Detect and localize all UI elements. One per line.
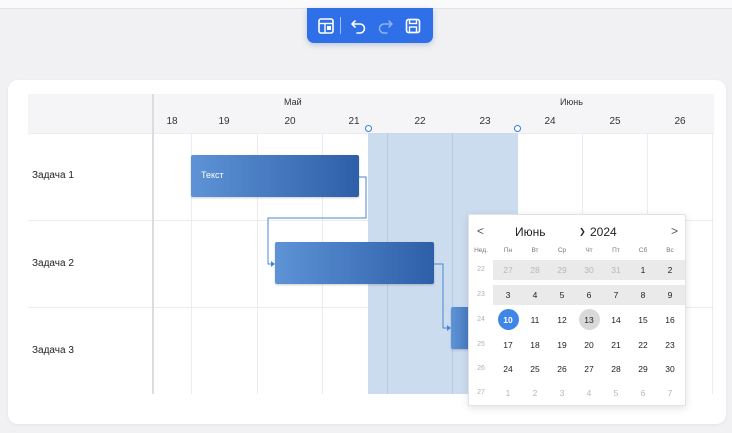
chevron-down-icon[interactable]: ❯ (579, 227, 586, 236)
save-icon[interactable] (403, 16, 423, 36)
month-select[interactable]: Июнь (515, 225, 546, 239)
calendar-day[interactable]: 2 (522, 383, 548, 403)
calendar-day[interactable]: 27 (495, 260, 521, 280)
calendar-day[interactable]: 11 (522, 310, 548, 330)
weekday-header: Ср (557, 247, 567, 254)
date-picker: < Июнь ❯ 2024 > Нед. Пн Вт Ср Чт Пт Сб В… (468, 214, 686, 406)
calendar-day[interactable]: 1 (630, 260, 656, 280)
calendar-day[interactable]: 24 (495, 359, 521, 379)
calendar-day[interactable]: 16 (657, 310, 683, 330)
weekday-header: Вс (666, 247, 674, 254)
calendar-day[interactable]: 12 (549, 310, 575, 330)
calendar-day[interactable]: 27 (576, 359, 602, 379)
calendar-day[interactable]: 6 (630, 383, 656, 403)
redo-icon[interactable] (375, 16, 395, 36)
year-select[interactable]: 2024 (590, 225, 617, 239)
calendar-day[interactable]: 23 (657, 335, 683, 355)
calendar-day[interactable]: 28 (522, 260, 548, 280)
calendar-day[interactable]: 9 (657, 285, 683, 305)
calendar-day-today[interactable]: 13 (576, 310, 602, 330)
calendar-day[interactable]: 19 (549, 335, 575, 355)
week-number: 26 (477, 365, 485, 372)
task-bar-1[interactable]: Текст (191, 155, 359, 197)
prev-month-button[interactable]: < (477, 224, 484, 238)
calendar-day[interactable]: 20 (576, 335, 602, 355)
week-number: 27 (477, 389, 485, 396)
calendar-day[interactable]: 29 (630, 359, 656, 379)
calendar-day[interactable]: 29 (549, 260, 575, 280)
calendar-day[interactable]: 15 (630, 310, 656, 330)
calendar-day[interactable]: 22 (630, 335, 656, 355)
calendar-day[interactable]: 2 (657, 260, 683, 280)
calendar-day[interactable]: 26 (549, 359, 575, 379)
calendar-day[interactable]: 4 (522, 285, 548, 305)
calendar-day[interactable]: 21 (603, 335, 629, 355)
calendar-day[interactable]: 4 (576, 383, 602, 403)
weekday-header: Пт (612, 247, 620, 254)
calendar-day[interactable]: 18 (522, 335, 548, 355)
task-bar-text: Текст (201, 170, 224, 180)
next-month-button[interactable]: > (671, 224, 678, 238)
calendar-day[interactable]: 30 (657, 359, 683, 379)
weekday-header: Сб (638, 247, 648, 254)
week-number: 23 (477, 291, 485, 298)
calendar-day[interactable]: 7 (657, 383, 683, 403)
calendar-day[interactable]: 14 (603, 310, 629, 330)
calendar-day[interactable]: 25 (522, 359, 548, 379)
calendar-day[interactable]: 28 (603, 359, 629, 379)
toolbar-separator (340, 17, 341, 34)
task-bar-2[interactable] (275, 242, 434, 284)
week-number: 22 (477, 266, 485, 273)
toolbar (307, 8, 433, 43)
calendar-day[interactable]: 1 (495, 383, 521, 403)
calendar-day[interactable]: 31 (603, 260, 629, 280)
weekday-header: Чт (585, 247, 593, 254)
calendar-day[interactable]: 5 (549, 285, 575, 305)
calendar-day-selected[interactable]: 10 (495, 310, 521, 330)
week-number: 24 (477, 316, 485, 323)
calendar-day[interactable]: 3 (495, 285, 521, 305)
week-number-header: Нед. (474, 247, 488, 254)
undo-icon[interactable] (349, 16, 369, 36)
calendar-day[interactable]: 3 (549, 383, 575, 403)
calendar-day[interactable]: 8 (630, 285, 656, 305)
weekday-header: Пн (503, 247, 513, 254)
calendar-grid-icon[interactable] (316, 16, 336, 36)
week-number: 25 (477, 341, 485, 348)
calendar-day[interactable]: 6 (576, 285, 602, 305)
weekday-header: Вт (531, 247, 539, 254)
calendar-day[interactable]: 7 (603, 285, 629, 305)
calendar-day[interactable]: 17 (495, 335, 521, 355)
calendar-day[interactable]: 5 (603, 383, 629, 403)
calendar-day[interactable]: 30 (576, 260, 602, 280)
